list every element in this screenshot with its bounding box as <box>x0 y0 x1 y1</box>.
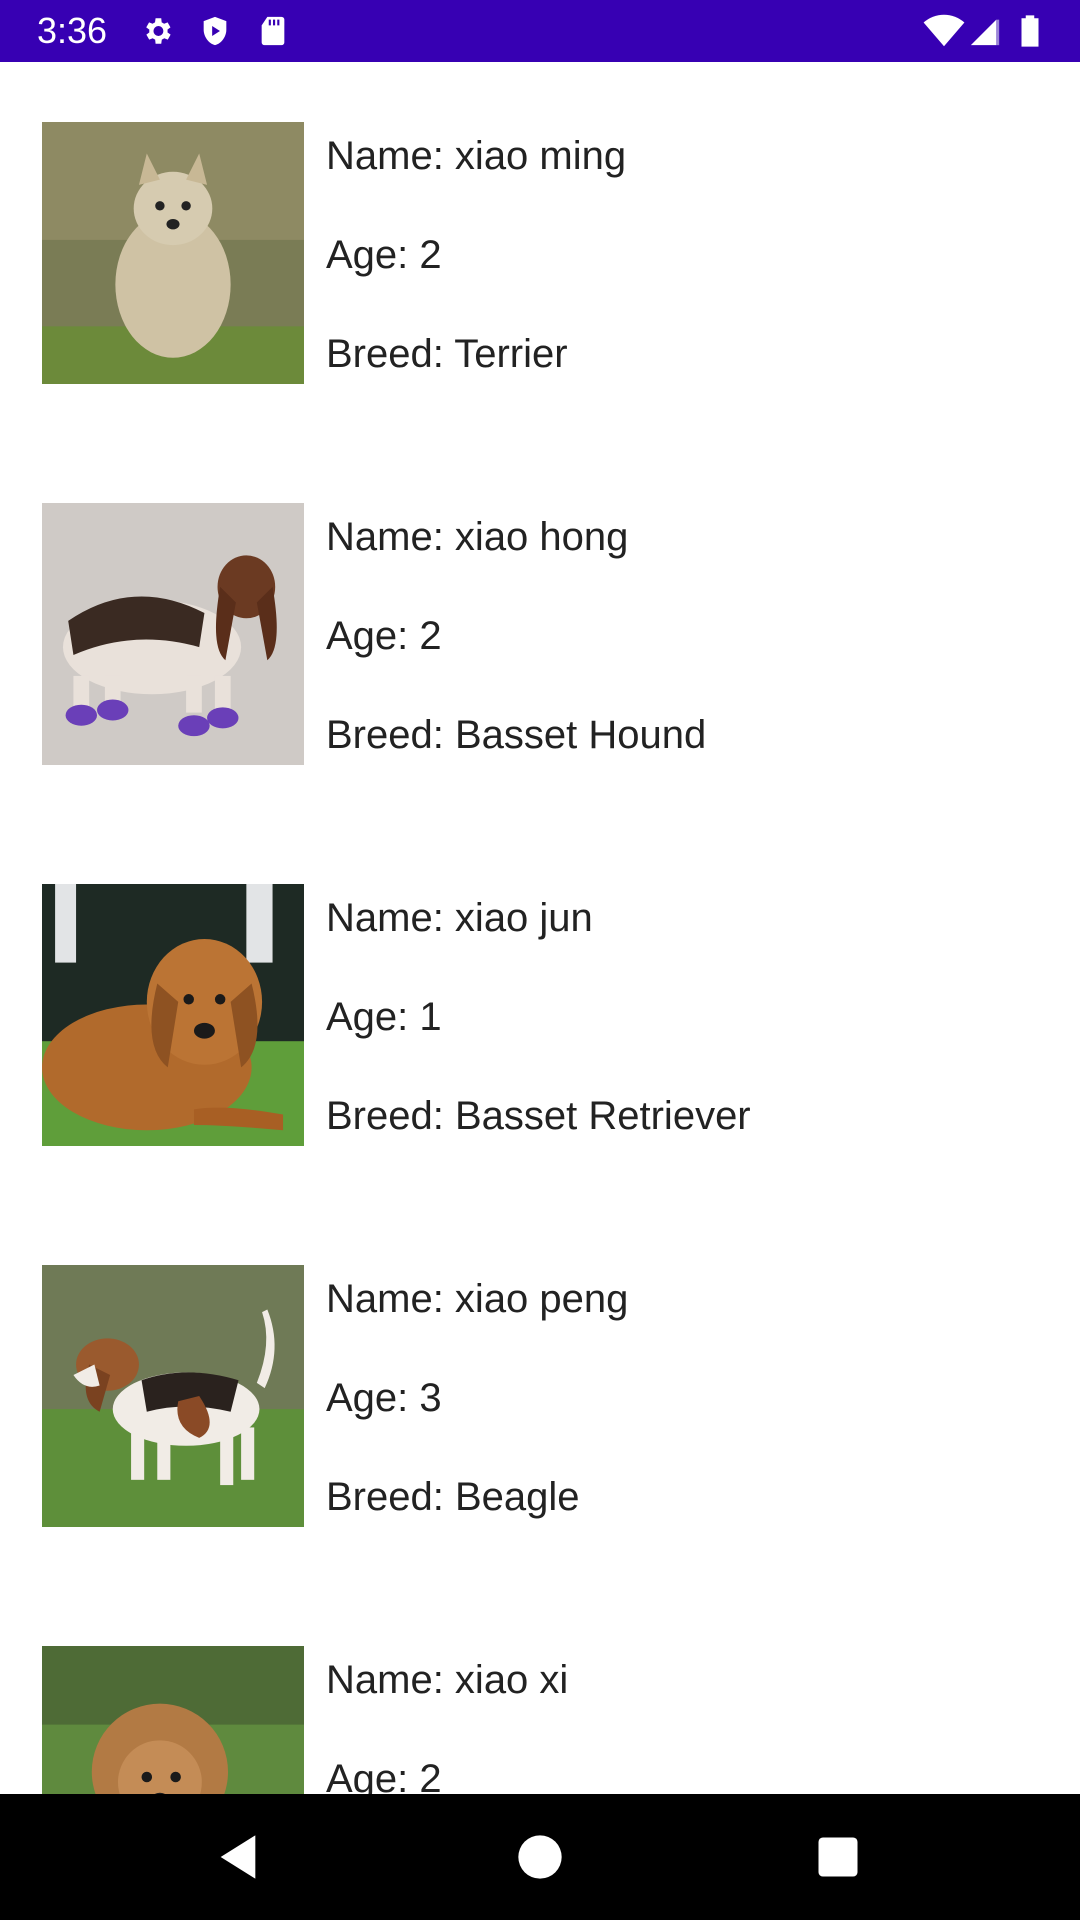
wifi-icon <box>922 14 966 48</box>
dog-breed: Breed: Basset Hound <box>326 713 707 757</box>
dog-name: Name: xiao xi <box>326 1658 569 1702</box>
beagle-photo <box>42 1265 304 1527</box>
cell-signal-icon <box>968 14 1002 48</box>
dog-name: Name: xiao jun <box>326 896 593 940</box>
status-bar: 3:36 <box>0 0 1080 62</box>
dog-age: Age: 2 <box>326 614 442 658</box>
terrier-photo <box>42 122 304 384</box>
list-item[interactable]: Name: xiao xi Age: 2 <box>0 1586 1080 1794</box>
dog-list[interactable]: Name: xiao ming Age: 2 Breed: Terrier Na… <box>0 62 1080 1794</box>
dog-age: Age: 2 <box>326 233 442 277</box>
status-time: 3:36 <box>37 10 108 51</box>
retriever-photo <box>42 884 304 1146</box>
dog-breed: Breed: Beagle <box>326 1475 580 1519</box>
screen: 3:36 Name: xiao ming Age: 2 Breed: Terri… <box>0 0 1080 1920</box>
dog-age: Age: 2 <box>326 1757 442 1794</box>
list-item[interactable]: Name: xiao peng Age: 3 Breed: Beagle <box>0 1205 1080 1586</box>
dog-name: Name: xiao peng <box>326 1277 629 1321</box>
dog-name: Name: xiao hong <box>326 515 629 559</box>
list-item[interactable]: Name: xiao jun Age: 1 Breed: Basset Retr… <box>0 824 1080 1205</box>
list-item[interactable]: Name: xiao ming Age: 2 Breed: Terrier <box>0 62 1080 443</box>
battery-icon <box>1016 14 1044 48</box>
sd-card-icon <box>256 14 290 48</box>
dog-age: Age: 1 <box>326 995 442 1039</box>
shield-icon <box>198 14 232 48</box>
dog-breed: Breed: Basset Retriever <box>326 1094 751 1138</box>
recents-icon[interactable] <box>812 1831 864 1883</box>
dog-breed: Breed: Terrier <box>326 332 568 376</box>
back-icon[interactable] <box>212 1831 264 1883</box>
list-item[interactable]: Name: xiao hong Age: 2 Breed: Basset Hou… <box>0 443 1080 824</box>
navigation-bar <box>0 1794 1080 1920</box>
dog-age: Age: 3 <box>326 1376 442 1420</box>
poodle-photo <box>42 1646 304 1794</box>
gear-icon <box>140 14 174 48</box>
dog-name: Name: xiao ming <box>326 134 627 178</box>
basset-hound-photo <box>42 503 304 765</box>
home-icon[interactable] <box>514 1831 566 1883</box>
